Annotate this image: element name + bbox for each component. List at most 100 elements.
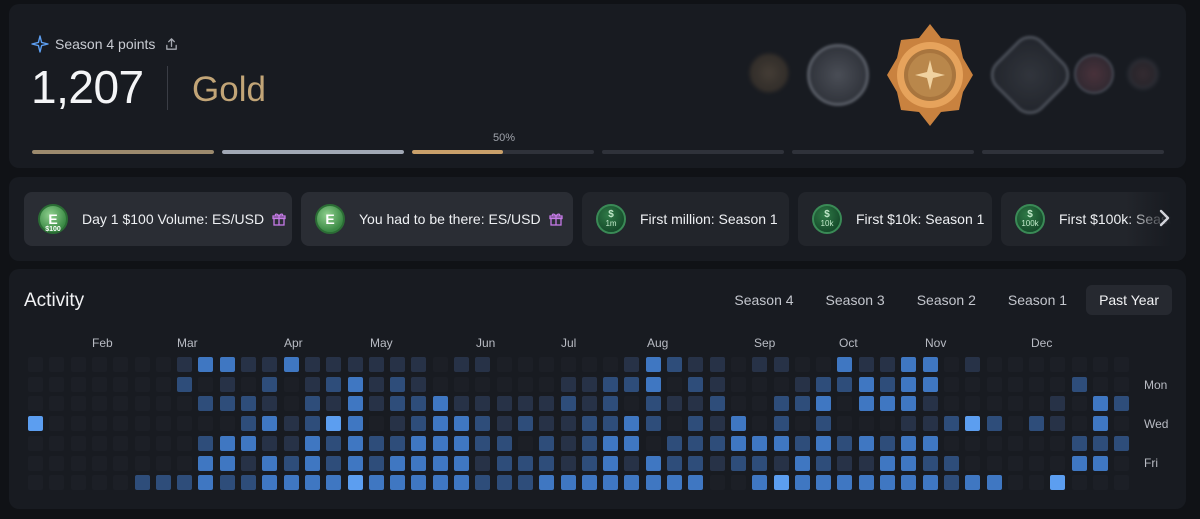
activity-cell[interactable] xyxy=(986,416,1002,432)
activity-cell[interactable] xyxy=(1050,455,1066,471)
activity-cell[interactable] xyxy=(454,475,469,491)
activity-cell[interactable] xyxy=(368,435,384,451)
activity-cell[interactable] xyxy=(517,357,533,372)
activity-cell[interactable] xyxy=(475,475,491,491)
activity-cell[interactable] xyxy=(645,435,661,451)
activity-cell[interactable] xyxy=(603,435,619,451)
activity-cell[interactable] xyxy=(752,396,768,412)
activity-cell[interactable] xyxy=(922,357,938,372)
activity-cell[interactable] xyxy=(1114,376,1130,392)
activity-cell[interactable] xyxy=(858,475,874,491)
activity-cell[interactable] xyxy=(28,455,43,471)
badge-card[interactable]: $10k First $10k: Season 1 xyxy=(798,192,992,246)
activity-cell[interactable] xyxy=(922,475,938,491)
activity-cell[interactable] xyxy=(901,376,917,392)
activity-cell[interactable] xyxy=(901,475,917,491)
activity-cell[interactable] xyxy=(219,475,235,491)
activity-cell[interactable] xyxy=(880,376,895,392)
activity-cell[interactable] xyxy=(432,435,448,451)
activity-cell[interactable] xyxy=(91,455,107,471)
activity-cell[interactable] xyxy=(837,435,853,451)
activity-cell[interactable] xyxy=(219,396,235,412)
activity-cell[interactable] xyxy=(411,475,427,491)
activity-cell[interactable] xyxy=(1093,357,1108,372)
activity-cell[interactable] xyxy=(262,435,278,451)
activity-cell[interactable] xyxy=(581,475,597,491)
activity-cell[interactable] xyxy=(368,475,384,491)
activity-cell[interactable] xyxy=(432,475,448,491)
activity-cell[interactable] xyxy=(326,357,342,372)
activity-cell[interactable] xyxy=(1071,396,1087,412)
activity-cell[interactable] xyxy=(390,396,406,412)
activity-cell[interactable] xyxy=(539,376,555,392)
activity-cell[interactable] xyxy=(965,357,981,372)
activity-cell[interactable] xyxy=(837,416,853,432)
activity-cell[interactable] xyxy=(411,416,427,432)
activity-cell[interactable] xyxy=(880,416,895,432)
activity-cell[interactable] xyxy=(1029,455,1045,471)
activity-cell[interactable] xyxy=(262,396,278,412)
activity-cell[interactable] xyxy=(943,475,959,491)
activity-cell[interactable] xyxy=(390,357,406,372)
activity-cell[interactable] xyxy=(475,396,491,412)
activity-cell[interactable] xyxy=(155,416,171,432)
activity-cell[interactable] xyxy=(219,376,235,392)
activity-cell[interactable] xyxy=(411,455,427,471)
activity-cell[interactable] xyxy=(709,376,725,392)
activity-cell[interactable] xyxy=(581,455,597,471)
activity-cell[interactable] xyxy=(49,416,65,432)
activity-cell[interactable] xyxy=(752,475,768,491)
tab-season-3[interactable]: Season 3 xyxy=(813,285,898,315)
activity-cell[interactable] xyxy=(368,396,384,412)
activity-cell[interactable] xyxy=(752,416,768,432)
activity-cell[interactable] xyxy=(667,376,682,392)
activity-cell[interactable] xyxy=(560,435,576,451)
activity-cell[interactable] xyxy=(283,416,299,432)
activity-cell[interactable] xyxy=(773,475,789,491)
activity-cell[interactable] xyxy=(943,416,959,432)
activity-cell[interactable] xyxy=(922,396,938,412)
activity-cell[interactable] xyxy=(1071,475,1087,491)
activity-cell[interactable] xyxy=(858,455,874,471)
activity-cell[interactable] xyxy=(155,396,171,412)
activity-cell[interactable] xyxy=(198,416,214,432)
activity-cell[interactable] xyxy=(368,357,384,372)
activity-cell[interactable] xyxy=(219,455,235,471)
activity-cell[interactable] xyxy=(688,357,704,372)
activity-cell[interactable] xyxy=(645,357,661,372)
activity-cell[interactable] xyxy=(347,396,363,412)
activity-cell[interactable] xyxy=(603,416,619,432)
activity-cell[interactable] xyxy=(49,455,65,471)
activity-cell[interactable] xyxy=(901,455,917,471)
activity-cell[interactable] xyxy=(517,396,533,412)
badge-card[interactable]: E You had to be there: ES/USD xyxy=(301,192,573,246)
activity-cell[interactable] xyxy=(219,416,235,432)
activity-cell[interactable] xyxy=(198,475,214,491)
activity-cell[interactable] xyxy=(91,416,107,432)
activity-cell[interactable] xyxy=(517,455,533,471)
activity-cell[interactable] xyxy=(1093,416,1108,432)
activity-cell[interactable] xyxy=(283,396,299,412)
activity-cell[interactable] xyxy=(794,357,810,372)
activity-cell[interactable] xyxy=(134,475,150,491)
activity-cell[interactable] xyxy=(283,435,299,451)
activity-cell[interactable] xyxy=(943,357,959,372)
activity-cell[interactable] xyxy=(198,435,214,451)
activity-cell[interactable] xyxy=(560,376,576,392)
activity-cell[interactable] xyxy=(241,396,256,412)
activity-cell[interactable] xyxy=(262,416,278,432)
activity-cell[interactable] xyxy=(155,376,171,392)
activity-cell[interactable] xyxy=(752,455,768,471)
activity-cell[interactable] xyxy=(752,376,768,392)
activity-cell[interactable] xyxy=(28,475,43,491)
activity-cell[interactable] xyxy=(965,416,981,432)
activity-cell[interactable] xyxy=(177,455,193,471)
activity-cell[interactable] xyxy=(581,435,597,451)
activity-cell[interactable] xyxy=(49,396,65,412)
activity-cell[interactable] xyxy=(219,435,235,451)
activity-cell[interactable] xyxy=(432,416,448,432)
activity-cell[interactable] xyxy=(901,357,917,372)
activity-cell[interactable] xyxy=(539,396,555,412)
activity-cell[interactable] xyxy=(241,416,256,432)
activity-cell[interactable] xyxy=(837,376,853,392)
